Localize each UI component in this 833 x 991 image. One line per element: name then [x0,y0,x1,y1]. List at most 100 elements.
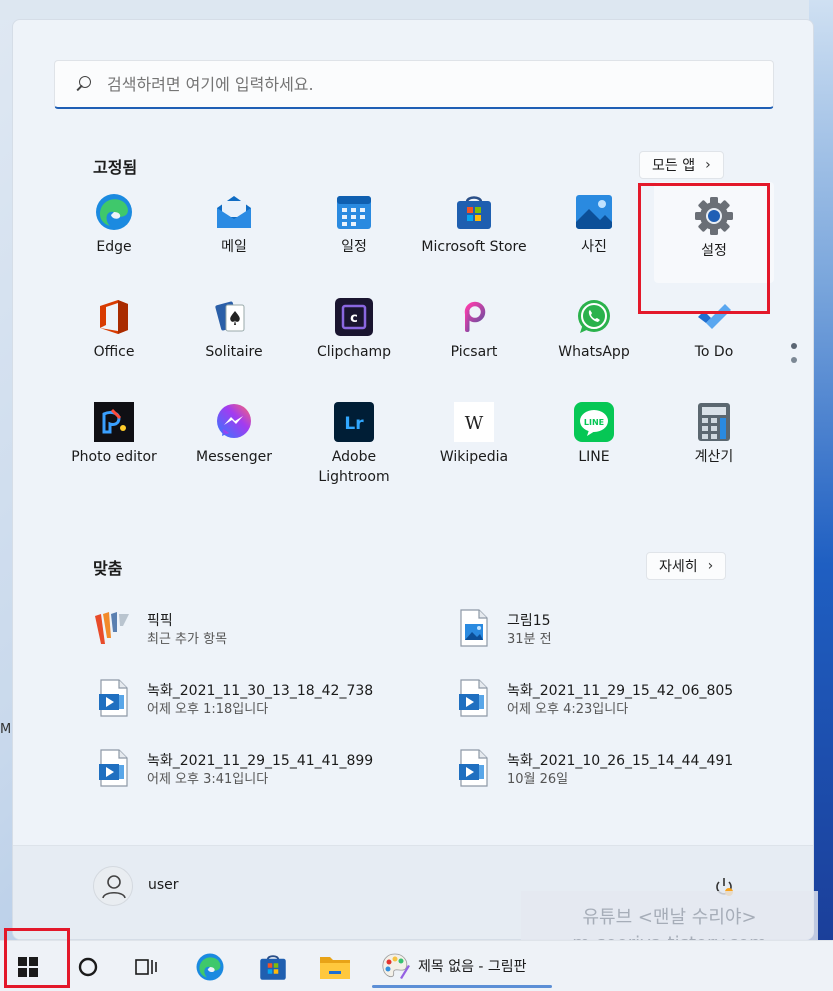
app-picsart[interactable]: Picsart [414,283,534,388]
app-label: WhatsApp [558,344,630,360]
page-indicator[interactable] [791,343,797,371]
recommended-item[interactable]: 녹화_2021_11_29_15_41_41_899 어제 오후 3:41입니다 [93,748,453,818]
photos-icon [574,192,614,232]
svg-text:LINE: LINE [584,418,604,427]
svg-text:Lr: Lr [344,414,364,434]
taskbar-paint[interactable]: 제목 없음 - 그림판 [372,940,552,991]
picpick-icon [93,608,133,648]
lightroom-icon: Lr [334,402,374,442]
video-file-icon [93,678,133,718]
user-name[interactable]: user [148,877,179,893]
svg-text:c: c [350,311,358,326]
circle-search-icon [78,957,98,976]
office-icon [94,297,134,337]
settings-highlight-annotation [638,183,770,314]
taskbar-edge[interactable] [190,941,230,991]
app-wikipedia[interactable]: W Wikipedia [414,388,534,493]
app-label: Clipchamp [316,344,392,360]
app-label: Office [93,344,135,360]
recommended-item-time: 어제 오후 1:18입니다 [147,702,269,717]
app-label: 계산기 [694,449,734,465]
recommended-item[interactable]: 녹화_2021_11_30_13_18_42_738 어제 오후 1:18입니다 [93,678,453,748]
start-menu: 고정됨 모든 앱 › Edge 메일 일정 Micr [12,19,814,940]
app-photos[interactable]: 사진 [534,178,654,283]
app-label: 일정 [341,239,367,255]
task-view-button[interactable] [128,941,164,991]
recommended-item-time: 어제 오후 4:23입니다 [507,702,629,717]
photo-editor-icon [94,402,134,442]
app-label: Solitaire [205,344,263,360]
recommended-item-name: 녹화_2021_11_30_13_18_42_738 [147,683,374,699]
line-icon: LINE [574,402,614,442]
recommended-item-name: 녹화_2021_10_26_15_14_44_491 [507,753,734,769]
all-apps-button[interactable]: 모든 앱 › [639,151,724,179]
app-lightroom[interactable]: Lr Adobe Lightroom [294,388,414,493]
app-label: Wikipedia [439,449,509,465]
app-solitaire[interactable]: Solitaire [174,283,294,388]
task-view-icon [135,958,157,975]
app-messenger[interactable]: Messenger [174,388,294,493]
recommended-item[interactable]: 픽픽 최근 추가 항목 [93,608,453,678]
app-label: Microsoft Store [421,239,527,255]
solitaire-icon [214,297,254,337]
picsart-icon [454,297,494,337]
taskbar-store[interactable] [253,941,293,991]
user-avatar[interactable] [93,866,133,906]
image-file-icon [453,608,493,648]
chevron-right-icon: › [707,558,714,574]
recommended-item-time: 어제 오후 3:41입니다 [147,772,269,787]
taskbar-file-explorer[interactable] [315,941,355,991]
app-label: Messenger [195,449,273,465]
folder-icon [320,956,350,979]
app-photo-editor[interactable]: Photo editor [54,388,174,493]
paint-palette-icon [382,953,410,979]
desktop-edge-text: M [0,722,12,737]
search-taskbar-button[interactable] [70,941,106,991]
store-icon [260,954,286,980]
recommended-item-time: 10월 26일 [507,772,569,787]
search-input[interactable] [107,74,747,94]
edge-icon [94,192,134,232]
clipchamp-icon: c [334,297,374,337]
app-line[interactable]: LINE LINE [534,388,654,493]
app-calendar[interactable]: 일정 [294,178,414,283]
recommended-item[interactable]: 녹화_2021_11_29_15_42_06_805 어제 오후 4:23입니다 [453,678,753,748]
app-label: 사진 [581,239,607,255]
app-label: Picsart [450,344,498,360]
calculator-icon [694,402,734,442]
app-store[interactable]: Microsoft Store [414,178,534,283]
video-file-icon [453,748,493,788]
more-button[interactable]: 자세히 › [646,552,727,580]
recommended-item[interactable]: 그림15 31분 전 [453,608,753,678]
search-box[interactable] [54,60,774,109]
svg-text:W: W [465,413,484,434]
recommended-item-name: 녹화_2021_11_29_15_41_41_899 [147,753,374,769]
whatsapp-icon [574,297,614,337]
recommended-item-time: 최근 추가 항목 [147,632,228,647]
all-apps-label: 모든 앱 [652,158,696,174]
app-label: 메일 [221,239,247,255]
more-label: 자세히 [659,559,698,575]
app-whatsapp[interactable]: WhatsApp [534,283,654,388]
start-button-highlight-annotation [4,928,70,988]
app-calculator[interactable]: 계산기 [654,388,774,493]
paint-window-label: 제목 없음 - 그림판 [418,958,527,975]
app-clipchamp[interactable]: c Clipchamp [294,283,414,388]
app-label: LINE [578,449,610,465]
store-icon [454,192,494,232]
app-label: Photo editor [71,449,157,465]
calendar-icon [334,192,374,232]
recommended-item[interactable]: 녹화_2021_10_26_15_14_44_491 10월 26일 [453,748,753,818]
app-office[interactable]: Office [54,283,174,388]
recommended-item-time: 31분 전 [507,632,552,647]
page-dot[interactable] [791,343,797,349]
edge-icon [196,953,224,980]
pinned-title: 고정됨 [93,158,138,177]
app-edge[interactable]: Edge [54,178,174,283]
search-icon [75,75,93,93]
app-mail[interactable]: 메일 [174,178,294,283]
recommended-item-name: 픽픽 [147,613,173,629]
user-icon [102,875,126,899]
recommended-item-name: 녹화_2021_11_29_15_42_06_805 [507,683,734,699]
page-dot[interactable] [791,357,797,363]
